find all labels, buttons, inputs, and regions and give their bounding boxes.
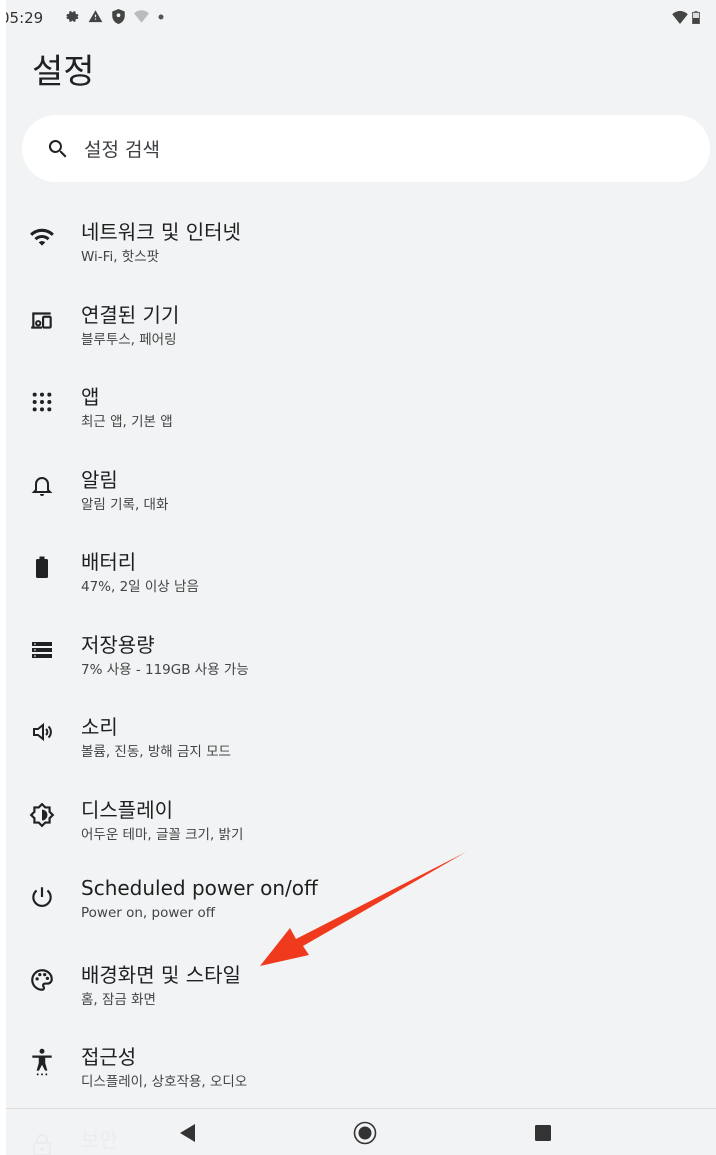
settings-item-title: 배터리 [81,550,137,574]
status-time: 05:29 [6,9,44,27]
home-icon [353,1121,377,1145]
shield-status-icon [112,9,125,24]
bell-icon [31,476,53,496]
wifi-icon [30,228,54,246]
settings-item-apps[interactable]: 앱 최근 앱, 기본 앱 [6,355,716,438]
apps-grid-icon [32,392,52,412]
settings-item-title: 배경화면 및 스타일 [81,962,241,987]
settings-item-wallpaper-style[interactable]: 배경화면 및 스타일 홈, 잠금 화면 [6,933,716,1016]
back-button[interactable] [176,1121,200,1145]
navigation-bar [6,1108,716,1155]
settings-item-subtitle: 볼륨, 진동, 방해 금지 모드 [81,744,231,760]
page-title: 설정 [32,52,95,92]
connected-devices-icon [31,311,52,329]
warning-status-icon [88,10,103,23]
battery-status-icon [692,11,700,24]
settings-item-battery[interactable]: 배터리 47%, 2일 이상 남음 [6,520,716,603]
settings-item-subtitle: 최근 앱, 기본 앱 [81,414,173,430]
settings-item-subtitle: 디스플레이, 상호작용, 오디오 [81,1074,248,1090]
accessibility-icon [32,1048,52,1076]
settings-item-subtitle: 어두운 테마, 글꼴 크기, 밝기 [81,826,244,843]
settings-item-title: 디스플레이 [81,797,173,822]
settings-item-subtitle: 알림 기록, 대화 [81,496,169,513]
power-icon [32,887,52,908]
back-icon [180,1124,195,1142]
settings-item-title: 알림 [81,467,118,492]
storage-icon [32,641,52,658]
settings-item-accessibility[interactable]: 접근성 디스플레이, 상호작용, 오디오 [6,1015,716,1098]
gear-status-icon [66,10,79,23]
settings-screen: 05:29 설정 설정 검색 네트워크 및 인터넷 Wi-Fi, 핫스팟 연결된… [6,0,716,1155]
settings-item-title: 연결된 기기 [81,302,180,327]
settings-item-subtitle: Power on, power off [81,905,216,921]
settings-item-storage[interactable]: 저장용량 7% 사용 - 119GB 사용 가능 [6,603,716,686]
brightness-icon [29,802,55,827]
palette-icon [31,968,53,991]
settings-item-notifications[interactable]: 알림 알림 기록, 대화 [6,438,716,521]
settings-item-connected-devices[interactable]: 연결된 기기 블루투스, 페어링 [6,273,716,356]
settings-item-title: 소리 [81,715,118,739]
settings-list: 네트워크 및 인터넷 Wi-Fi, 핫스팟 연결된 기기 블루투스, 페어링 앱… [6,190,716,1155]
settings-item-title: 저장용량 [81,632,155,657]
settings-item-subtitle: 7% 사용 - 119GB 사용 가능 [81,661,249,678]
battery-icon [36,556,48,578]
settings-item-subtitle: Wi-Fi, 핫스팟 [81,249,160,265]
settings-item-scheduled-power[interactable]: Scheduled power on/off Power on, power o… [6,850,716,933]
settings-item-title: Scheduled power on/off [81,876,318,900]
settings-item-network[interactable]: 네트워크 및 인터넷 Wi-Fi, 핫스팟 [6,190,716,273]
settings-item-title: 접근성 [81,1045,137,1069]
settings-item-sound[interactable]: 소리 볼륨, 진동, 방해 금지 모드 [6,685,716,768]
recents-button[interactable] [531,1121,555,1145]
search-placeholder: 설정 검색 [84,139,160,161]
recents-icon [535,1125,551,1141]
speaker-icon [33,722,52,742]
search-icon [48,139,67,157]
settings-item-subtitle: 47%, 2일 이상 남음 [81,579,199,595]
wifi-status-icon [134,10,149,23]
home-button[interactable] [353,1121,377,1145]
wifi-signal-icon [672,11,688,24]
settings-item-display[interactable]: 디스플레이 어두운 테마, 글꼴 크기, 밝기 [6,768,716,851]
settings-item-title: 네트워크 및 인터넷 [81,220,241,244]
settings-item-subtitle: 홈, 잠금 화면 [81,991,156,1008]
dot-status-icon [158,14,164,19]
settings-item-subtitle: 블루투스, 페어링 [81,331,177,348]
search-bar[interactable]: 설정 검색 [22,115,710,182]
settings-item-title: 앱 [81,385,100,409]
status-bar: 05:29 [6,0,716,38]
